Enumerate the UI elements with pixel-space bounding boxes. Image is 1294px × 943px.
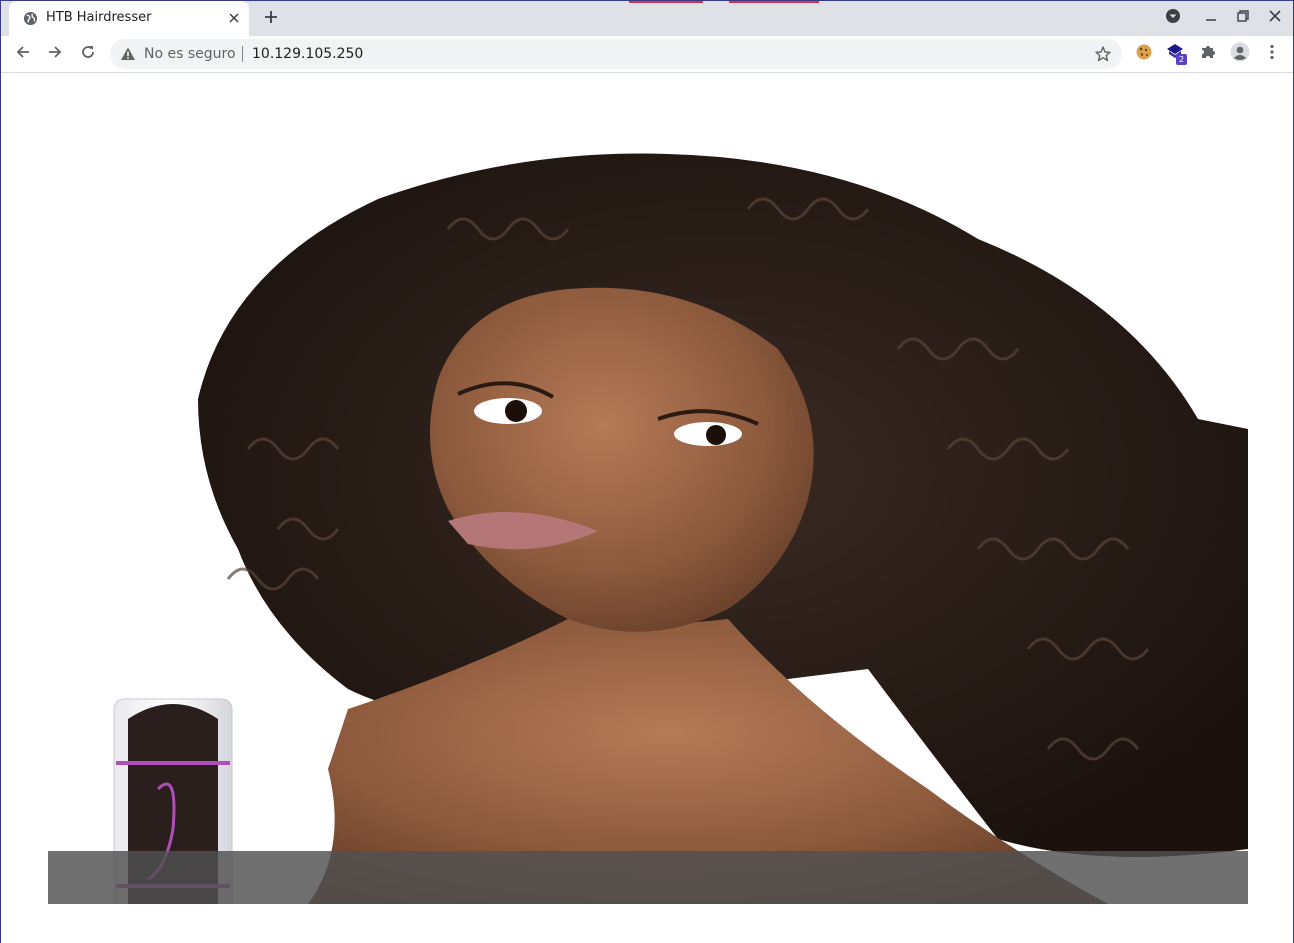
hero-image [48, 149, 1248, 904]
restore-button[interactable] [1234, 9, 1252, 27]
address-bar[interactable]: No es seguro 10.129.105.250 [110, 39, 1122, 69]
minimize-icon [1205, 10, 1217, 26]
globe-icon [23, 11, 38, 26]
forward-button[interactable] [43, 42, 67, 66]
warning-icon[interactable] [120, 46, 136, 62]
profile-button[interactable] [1229, 42, 1251, 66]
extensions-button[interactable] [1197, 43, 1219, 65]
security-label[interactable]: No es seguro [144, 46, 236, 62]
minimize-button[interactable] [1202, 9, 1220, 27]
url-text[interactable]: 10.129.105.250 [252, 46, 363, 62]
close-window-button[interactable] [1266, 9, 1284, 27]
extension-badge-count: 2 [1176, 54, 1187, 65]
new-tab-button[interactable] [259, 7, 283, 31]
reload-icon [80, 44, 96, 64]
hero-caption-bar [48, 851, 1248, 904]
cookie-icon [1135, 43, 1153, 65]
menu-button[interactable] [1261, 43, 1283, 65]
cookie-extension-button[interactable] [1133, 43, 1155, 65]
tab-strip: HTB Hairdresser [1, 1, 1293, 36]
reload-button[interactable] [76, 42, 100, 66]
tab-strip-accent [629, 1, 703, 3]
profile-icon [1230, 42, 1250, 66]
tab-search-icon [1165, 8, 1181, 28]
restore-icon [1237, 10, 1249, 26]
arrow-right-icon [47, 44, 63, 64]
page-viewport [1, 74, 1293, 943]
back-button[interactable] [11, 42, 35, 66]
omnibox-divider [242, 46, 243, 62]
arrow-left-icon [15, 44, 31, 64]
badge-extension-button[interactable]: 2 [1165, 43, 1187, 65]
plus-icon [264, 10, 278, 28]
tab-title: HTB Hairdresser [46, 10, 152, 25]
extension-badge-icon: 2 [1165, 43, 1187, 65]
tab-strip-accent [729, 1, 819, 3]
star-icon[interactable] [1094, 45, 1112, 63]
kebab-menu-icon [1269, 44, 1275, 64]
close-icon[interactable] [225, 9, 243, 27]
browser-window: HTB Hairdresser No es seguro 10.129.105.… [0, 0, 1294, 943]
puzzle-icon [1199, 43, 1217, 65]
hero-portrait [48, 149, 1248, 904]
tab-active[interactable]: HTB Hairdresser [9, 1, 249, 36]
close-window-icon [1269, 10, 1281, 26]
browser-toolbar: No es seguro 10.129.105.250 2 [1, 36, 1293, 73]
tab-search-button[interactable] [1164, 9, 1182, 27]
